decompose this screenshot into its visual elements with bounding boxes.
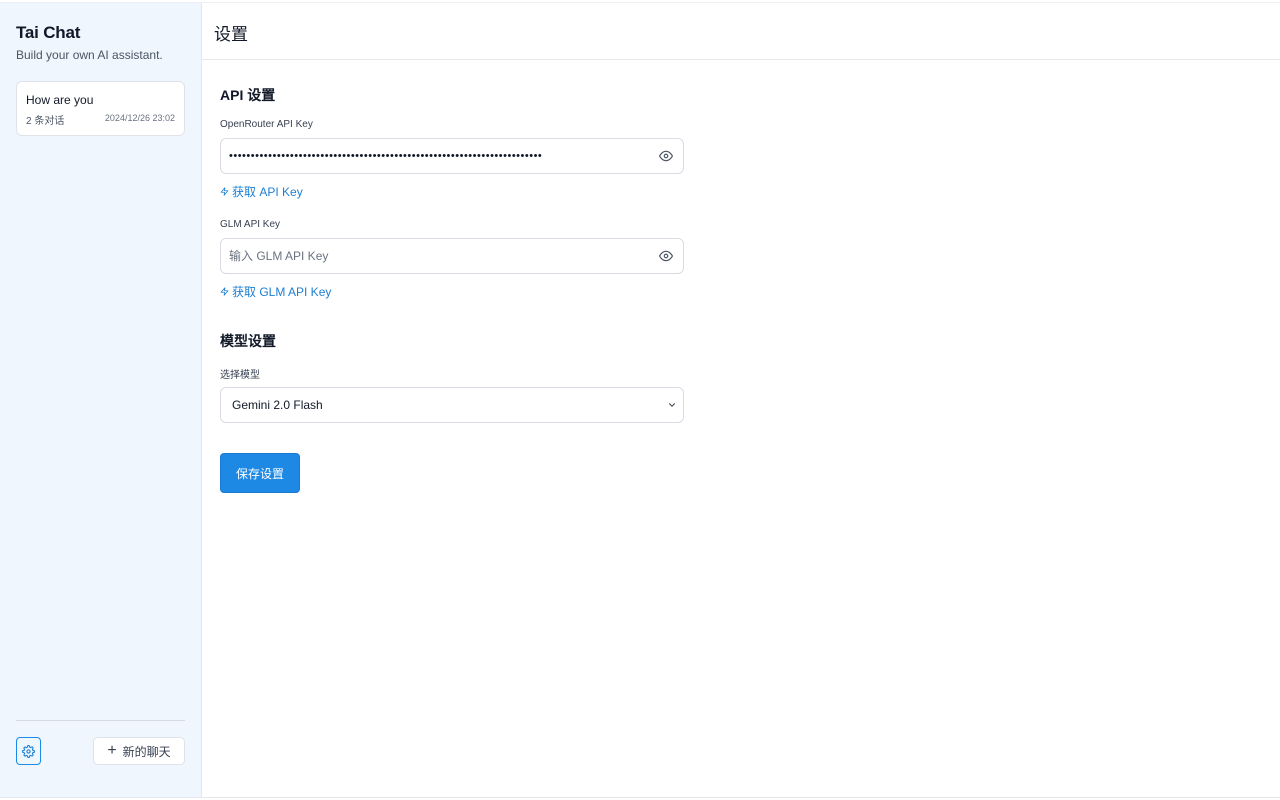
chat-message-count: 2 条对话	[26, 116, 65, 127]
chevron-down-icon	[668, 403, 676, 407]
api-section-title: API 设置	[220, 87, 276, 103]
lightning-icon	[220, 287, 229, 296]
glm-api-key-input[interactable]	[229, 239, 659, 273]
get-openrouter-key-label: 获取 API Key	[232, 185, 303, 199]
sidebar: Tai Chat Build your own AI assistant. Ho…	[0, 3, 202, 797]
lightning-icon	[220, 187, 229, 196]
chat-timestamp: 2024/12/26 23:02	[104, 113, 175, 123]
page-header: 设置	[202, 3, 1280, 60]
model-section-title: 模型设置	[220, 333, 276, 349]
chat-list-item[interactable]: How are you 2 条对话 2024/12/26 23:02	[16, 81, 185, 136]
eye-icon[interactable]	[659, 149, 673, 163]
model-select[interactable]: Gemini 2.0 Flash	[220, 387, 684, 423]
openrouter-api-key-input[interactable]	[229, 139, 659, 173]
save-settings-button[interactable]: 保存设置	[220, 453, 300, 493]
page-title: 设置	[214, 25, 248, 44]
settings-button[interactable]	[16, 737, 41, 765]
glm-label: GLM API Key	[220, 219, 281, 230]
model-select-label: 选择模型	[220, 370, 260, 381]
sidebar-divider	[16, 720, 185, 721]
chat-title: How are you	[26, 93, 94, 107]
app-subtitle: Build your own AI assistant.	[16, 48, 163, 62]
model-selected-value: Gemini 2.0 Flash	[232, 398, 323, 412]
new-chat-button[interactable]: + 新的聊天	[93, 737, 185, 765]
app-window: Tai Chat Build your own AI assistant. Ho…	[0, 2, 1280, 798]
gear-icon	[22, 744, 35, 758]
plus-icon: +	[107, 741, 117, 759]
openrouter-label: OpenRouter API Key	[220, 119, 313, 130]
new-chat-label: 新的聊天	[122, 744, 171, 759]
settings-page: 设置 API 设置 OpenRouter API Key 获取 API Key …	[202, 3, 1280, 797]
get-glm-key-link[interactable]: 获取 GLM API Key	[220, 283, 331, 300]
glm-field	[220, 238, 684, 274]
get-glm-key-label: 获取 GLM API Key	[232, 285, 332, 299]
eye-icon[interactable]	[659, 249, 673, 263]
get-openrouter-key-link[interactable]: 获取 API Key	[220, 183, 303, 200]
app-title: Tai Chat	[16, 23, 81, 42]
openrouter-field	[220, 138, 684, 174]
